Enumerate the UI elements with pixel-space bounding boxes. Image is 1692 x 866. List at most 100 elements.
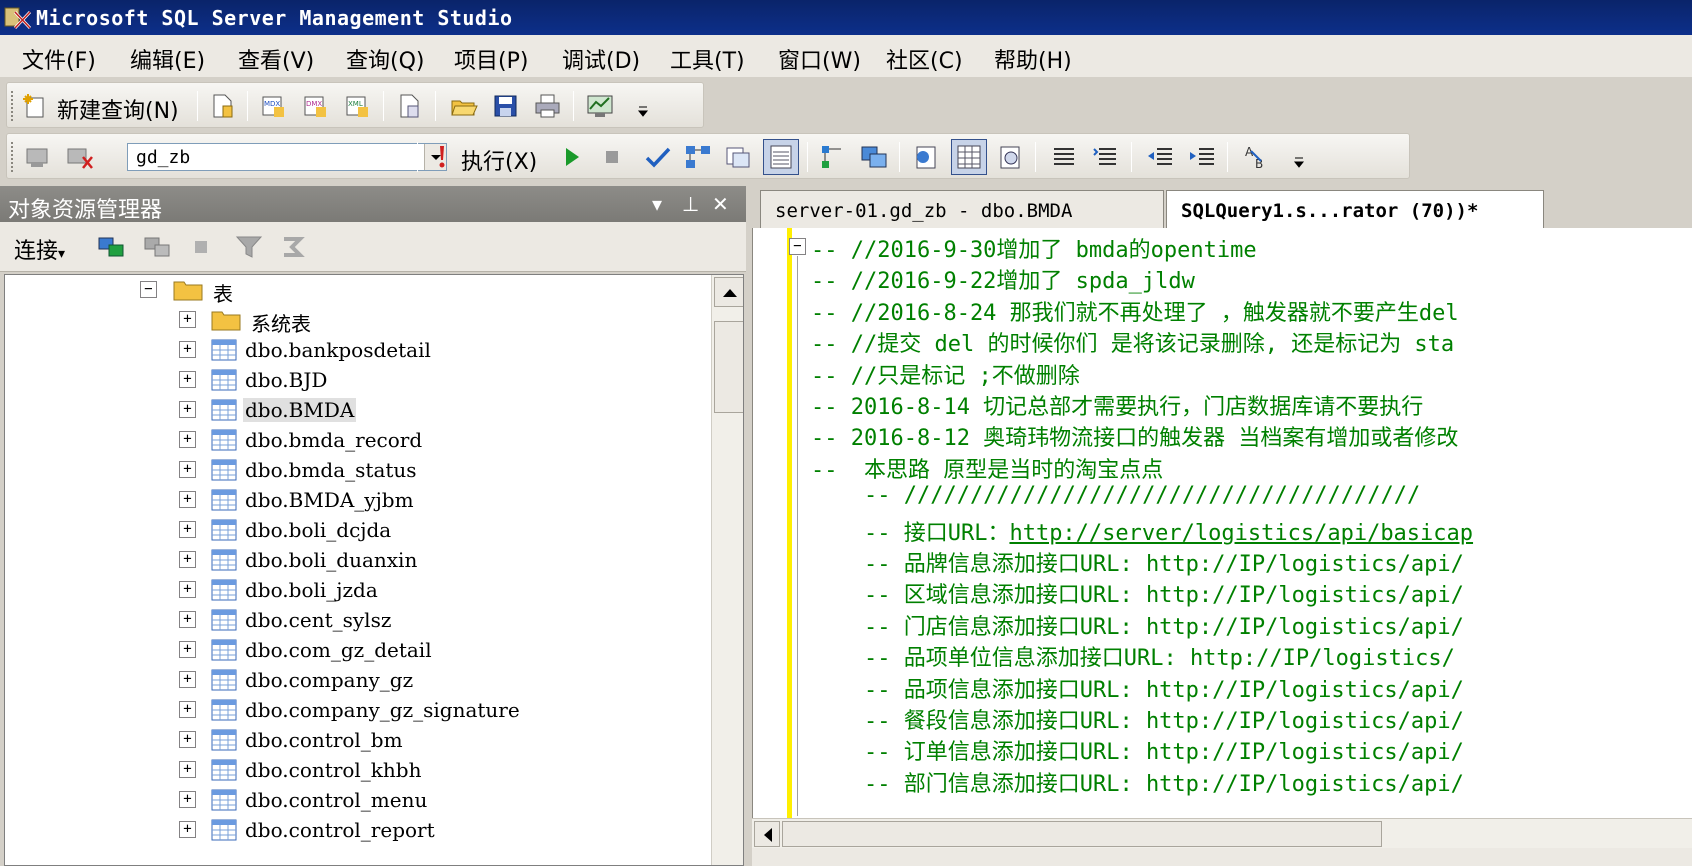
new-query-icon[interactable] — [21, 92, 51, 120]
ssms-app-icon[interactable] — [3, 4, 33, 32]
expand-icon[interactable]: + — [179, 341, 196, 358]
decrease-indent-icon[interactable] — [1145, 143, 1175, 171]
expand-icon[interactable]: + — [179, 491, 196, 508]
expand-icon[interactable]: + — [179, 701, 196, 718]
include-actual-plan-icon[interactable] — [859, 143, 889, 171]
expand-icon[interactable]: + — [179, 371, 196, 388]
menu-project[interactable]: 项目(P) — [454, 43, 528, 75]
window-position-dropdown-icon[interactable]: ▾ — [652, 192, 662, 216]
menu-tools[interactable]: 工具(T) — [670, 43, 745, 75]
tree-node-table[interactable]: + dbo.control_bm — [5, 725, 705, 755]
disconnect-object-explorer-icon[interactable] — [142, 233, 172, 261]
menu-help[interactable]: 帮助(H) — [994, 43, 1072, 75]
tree-node-table[interactable]: + dbo.bmda_status — [5, 455, 705, 485]
object-explorer-vertical-scrollbar[interactable] — [711, 275, 743, 865]
print-icon[interactable] — [533, 92, 563, 120]
connect-dropdown-button[interactable]: 连接▾ — [14, 233, 65, 265]
expand-icon[interactable]: + — [179, 821, 196, 838]
xmla-query-icon[interactable]: XML — [343, 92, 373, 120]
expand-icon[interactable]: + — [179, 641, 196, 658]
connect-object-explorer-icon[interactable] — [96, 233, 126, 261]
toolbar-overflow-icon[interactable] — [1293, 146, 1305, 172]
tree-node-table[interactable]: + dbo.BMDA_yjbm — [5, 485, 705, 515]
disconnect-icon[interactable] — [65, 143, 95, 171]
results-to-file-icon[interactable] — [995, 143, 1025, 171]
toolbar-grip[interactable] — [11, 91, 15, 121]
tree-node-table[interactable]: + dbo.cent_sylsz — [5, 605, 705, 635]
open-folder-icon[interactable] — [449, 92, 479, 120]
expand-icon[interactable]: + — [179, 731, 196, 748]
debug-run-icon[interactable] — [557, 143, 587, 171]
expand-icon[interactable]: + — [179, 761, 196, 778]
pin-icon[interactable]: ⊥ — [682, 192, 699, 216]
tree-node-table[interactable]: + dbo.BMDA — [5, 395, 705, 425]
specify-template-values-icon[interactable] — [819, 143, 849, 171]
scroll-thumb[interactable] — [714, 321, 743, 413]
tree-node-table[interactable]: + dbo.boli_jzda — [5, 575, 705, 605]
expand-icon[interactable]: + — [179, 521, 196, 538]
sql-editor[interactable]: − -- //2016-9-30增加了 bmda的opentime -- //20… — [752, 228, 1692, 818]
dmx-query-icon[interactable]: DMX — [301, 92, 331, 120]
expand-icon[interactable]: + — [179, 461, 196, 478]
editor-horizontal-scrollbar[interactable] — [752, 818, 1692, 848]
scroll-left-icon[interactable] — [754, 821, 780, 847]
scroll-up-icon[interactable] — [714, 277, 743, 307]
tree-node-table[interactable]: + dbo.com_gz_detail — [5, 635, 705, 665]
tree-node-table[interactable]: + dbo.control_report — [5, 815, 705, 845]
tree-node-table[interactable]: + dbo.boli_dcjda — [5, 515, 705, 545]
expand-icon[interactable]: + — [179, 551, 196, 568]
results-to-grid-toggle[interactable] — [763, 139, 799, 175]
new-query-button[interactable]: 新建查询(N) — [57, 93, 179, 125]
menu-query[interactable]: 查询(Q) — [346, 43, 424, 75]
tree-node-table[interactable]: + dbo.BJD — [5, 365, 705, 395]
expand-icon[interactable]: + — [179, 581, 196, 598]
collapse-icon[interactable]: − — [140, 281, 157, 298]
display-estimated-plan-icon[interactable] — [683, 143, 713, 171]
query-designer-icon[interactable] — [723, 143, 753, 171]
connect-icon[interactable] — [23, 143, 53, 171]
menu-view[interactable]: 查看(V) — [238, 43, 314, 75]
api-url-link[interactable]: http://server/logistics/api/basicap — [1009, 521, 1473, 546]
cancel-query-icon[interactable] — [597, 143, 627, 171]
new-file-icon[interactable] — [207, 92, 237, 120]
tree-node-table[interactable]: + dbo.control_khbh — [5, 755, 705, 785]
tree-node-table[interactable]: + dbo.control_menu — [5, 785, 705, 815]
menu-file[interactable]: 文件(F) — [22, 43, 96, 75]
expand-icon[interactable]: + — [179, 311, 196, 328]
comment-out-icon[interactable] — [1049, 143, 1079, 171]
scroll-thumb[interactable] — [782, 821, 1382, 847]
tree-node-table[interactable]: + dbo.bmda_record — [5, 425, 705, 455]
close-icon[interactable]: ✕ — [712, 192, 729, 216]
toolbar-overflow-icon[interactable] — [637, 95, 649, 121]
expand-icon[interactable]: + — [179, 671, 196, 688]
results-to-text-icon[interactable] — [911, 143, 941, 171]
expand-icon[interactable]: + — [179, 401, 196, 418]
menu-community[interactable]: 社区(C) — [886, 43, 963, 75]
refresh-icon[interactable] — [278, 233, 308, 261]
increase-indent-icon[interactable] — [1187, 143, 1217, 171]
filter-icon[interactable] — [234, 233, 264, 261]
specify-values-ab-icon[interactable]: AB — [1241, 143, 1271, 171]
save-icon[interactable] — [491, 92, 521, 120]
tab-sqlquery1[interactable]: SQLQuery1.s...rator (70))* — [1166, 190, 1544, 230]
activity-monitor-icon[interactable] — [585, 92, 615, 120]
execute-exclamation-icon[interactable] — [427, 143, 457, 171]
tree-node-table[interactable]: + dbo.company_gz_signature — [5, 695, 705, 725]
stop-icon[interactable] — [190, 236, 212, 258]
menu-edit[interactable]: 编辑(E) — [130, 43, 205, 75]
mdx-query-icon[interactable]: MDX — [259, 92, 289, 120]
collapse-region-icon[interactable]: − — [789, 238, 806, 255]
tab-bmda[interactable]: server-01.gd_zb - dbo.BMDA — [760, 190, 1164, 230]
parse-check-icon[interactable] — [643, 143, 673, 171]
results-grid-icon[interactable] — [951, 139, 987, 175]
execute-button[interactable]: 执行(X) — [461, 144, 537, 176]
expand-icon[interactable]: + — [179, 611, 196, 628]
menu-debug[interactable]: 调试(D) — [562, 43, 640, 75]
menu-window[interactable]: 窗口(W) — [778, 43, 861, 75]
expand-icon[interactable]: + — [179, 791, 196, 808]
toolbar-grip[interactable] — [11, 142, 15, 172]
tree-node-table[interactable]: + dbo.boli_duanxin — [5, 545, 705, 575]
available-databases-select[interactable]: gd_zb — [127, 143, 447, 171]
tree-node-table[interactable]: + dbo.bankposdetail — [5, 335, 705, 365]
new-document-icon[interactable] — [395, 92, 425, 120]
